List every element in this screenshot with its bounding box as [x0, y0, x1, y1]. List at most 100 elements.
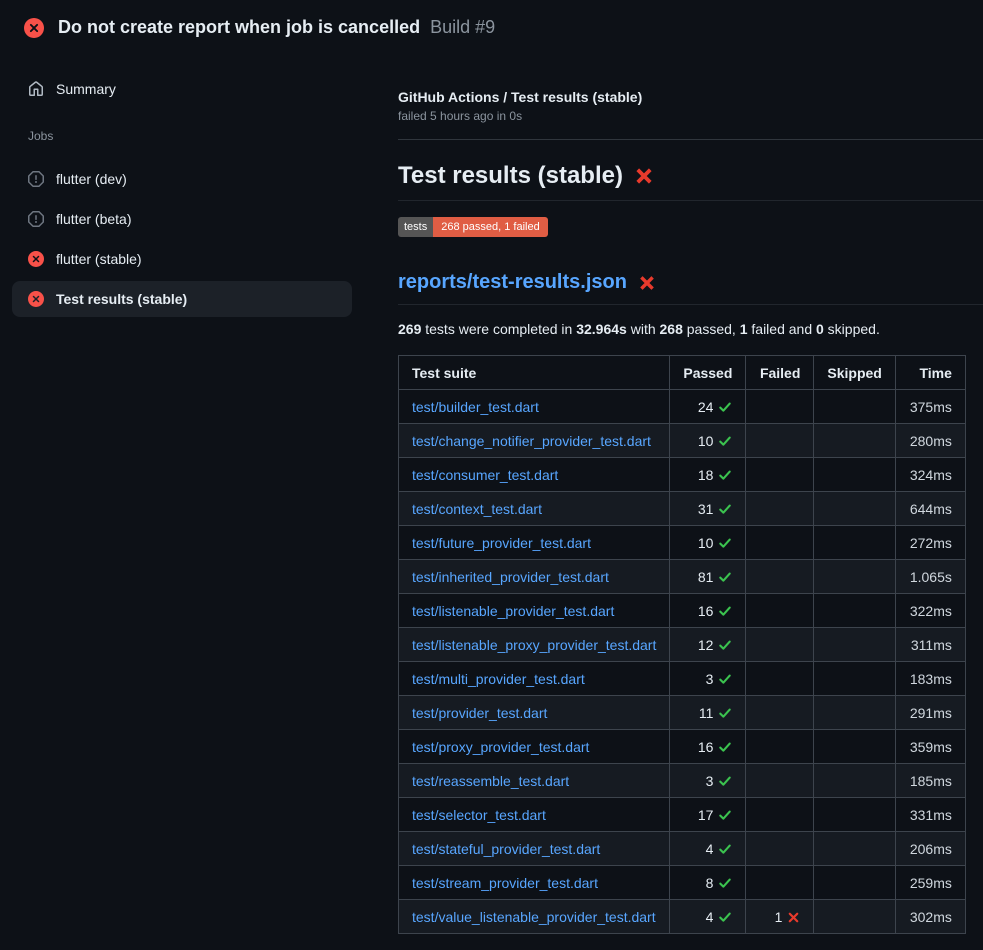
table-row: test/context_test.dart 31 644ms — [399, 492, 966, 526]
sidebar-item-test-results-stable[interactable]: Test results (stable) — [12, 281, 352, 317]
failed-cell — [746, 696, 814, 730]
section-title-text: Test results (stable) — [398, 162, 623, 190]
test-suite-cell: test/builder_test.dart — [399, 390, 670, 424]
test-suite-link[interactable]: test/stateful_provider_test.dart — [412, 841, 600, 857]
passed-cell: 3 — [670, 764, 746, 798]
sidebar-item-label: flutter (beta) — [56, 211, 131, 227]
header-divider — [398, 139, 983, 140]
test-suite-link[interactable]: test/value_listenable_provider_test.dart — [412, 909, 656, 925]
passed-cell: 8 — [670, 866, 746, 900]
failed-cell — [746, 526, 814, 560]
summary-text: 269 — [398, 321, 421, 337]
test-suite-cell: test/stream_provider_test.dart — [399, 866, 670, 900]
skipped-cell — [814, 424, 895, 458]
skipped-cell — [814, 594, 895, 628]
test-suite-link[interactable]: test/selector_test.dart — [412, 807, 546, 823]
sidebar-item-flutter-stable[interactable]: flutter (stable) — [12, 239, 352, 279]
failed-cell — [746, 458, 814, 492]
section-title: Test results (stable) — [398, 162, 983, 201]
time-cell: 259ms — [895, 866, 965, 900]
time-cell: 280ms — [895, 424, 965, 458]
report-file-link[interactable]: reports/test-results.json — [398, 271, 627, 294]
passed-cell: 31 — [670, 492, 746, 526]
test-suite-link[interactable]: test/builder_test.dart — [412, 399, 539, 415]
check-icon — [718, 706, 732, 720]
tests-badge: tests 268 passed, 1 failed — [398, 217, 548, 237]
table-row: test/selector_test.dart17331ms — [399, 798, 966, 832]
test-suite-link[interactable]: test/listenable_provider_test.dart — [412, 603, 614, 619]
table-header-row: Test suite Passed Failed Skipped Time — [399, 356, 966, 390]
test-suite-cell: test/value_listenable_provider_test.dart — [399, 900, 670, 934]
sidebar-item-summary[interactable]: Summary — [12, 75, 380, 103]
passed-cell: 16 — [670, 594, 746, 628]
time-cell: 359ms — [895, 730, 965, 764]
check-icon — [718, 740, 732, 754]
skipped-cell — [814, 866, 895, 900]
sidebar-item-flutter-beta[interactable]: flutter (beta) — [12, 199, 352, 239]
passed-cell-value: 16 — [698, 739, 714, 755]
build-number: Build #9 — [430, 17, 495, 38]
cross-icon — [787, 911, 800, 924]
summary-text: with — [627, 321, 660, 337]
check-icon — [718, 570, 732, 584]
failed-cell — [746, 730, 814, 764]
passed-cell: 81 — [670, 560, 746, 594]
test-suite-cell: test/stateful_provider_test.dart — [399, 832, 670, 866]
check-icon — [718, 774, 732, 788]
skipped-cell — [814, 526, 895, 560]
test-suite-link[interactable]: test/proxy_provider_test.dart — [412, 739, 589, 755]
home-icon — [28, 81, 44, 97]
passed-cell: 4 — [670, 900, 746, 934]
time-cell: 644ms — [895, 492, 965, 526]
test-suite-link[interactable]: test/multi_provider_test.dart — [412, 671, 585, 687]
passed-cell: 24 — [670, 390, 746, 424]
skipped-cell — [814, 560, 895, 594]
failed-cell — [746, 662, 814, 696]
table-row: test/listenable_proxy_provider_test.dart… — [399, 628, 966, 662]
test-suite-link[interactable]: test/inherited_provider_test.dart — [412, 569, 609, 585]
summary-text: 1 — [740, 321, 748, 337]
test-suite-cell: test/listenable_provider_test.dart — [399, 594, 670, 628]
passed-cell-value: 12 — [698, 637, 714, 653]
sidebar-item-flutter-dev[interactable]: flutter (dev) — [12, 159, 352, 199]
passed-cell: 4 — [670, 832, 746, 866]
test-suite-cell: test/proxy_provider_test.dart — [399, 730, 670, 764]
sidebar-summary-label: Summary — [56, 81, 116, 97]
test-suite-link[interactable]: test/listenable_proxy_provider_test.dart — [412, 637, 656, 653]
failed-cell — [746, 764, 814, 798]
time-cell: 272ms — [895, 526, 965, 560]
column-header-failed: Failed — [746, 356, 814, 390]
breadcrumb: GitHub Actions / Test results (stable) — [398, 89, 983, 105]
failed-cell — [746, 424, 814, 458]
check-icon — [718, 808, 732, 822]
time-cell: 185ms — [895, 764, 965, 798]
skipped-cell — [814, 730, 895, 764]
check-icon — [718, 672, 732, 686]
test-suite-link[interactable]: test/stream_provider_test.dart — [412, 875, 598, 891]
test-suite-link[interactable]: test/provider_test.dart — [412, 705, 547, 721]
test-suite-link[interactable]: test/consumer_test.dart — [412, 467, 558, 483]
badge-label: tests — [398, 217, 433, 237]
test-suite-link[interactable]: test/future_provider_test.dart — [412, 535, 591, 551]
skipped-cell — [814, 662, 895, 696]
cross-icon — [634, 166, 654, 186]
check-icon — [718, 434, 732, 448]
test-suite-link[interactable]: test/reassemble_test.dart — [412, 773, 569, 789]
test-suite-cell: test/provider_test.dart — [399, 696, 670, 730]
summary-text: 268 — [660, 321, 683, 337]
time-cell: 324ms — [895, 458, 965, 492]
test-suite-link[interactable]: test/context_test.dart — [412, 501, 542, 517]
cross-icon — [638, 274, 656, 292]
summary-text: failed and — [748, 321, 817, 337]
report-title: reports/test-results.json — [398, 271, 983, 305]
table-row: test/provider_test.dart11291ms — [399, 696, 966, 730]
table-row: test/proxy_provider_test.dart 16 359ms — [399, 730, 966, 764]
summary-text: skipped. — [824, 321, 880, 337]
time-cell: 183ms — [895, 662, 965, 696]
passed-cell-value: 17 — [698, 807, 714, 823]
test-suite-link[interactable]: test/change_notifier_provider_test.dart — [412, 433, 651, 449]
failed-cell — [746, 560, 814, 594]
column-header-time: Time — [895, 356, 965, 390]
check-icon — [718, 536, 732, 550]
check-icon — [718, 468, 732, 482]
